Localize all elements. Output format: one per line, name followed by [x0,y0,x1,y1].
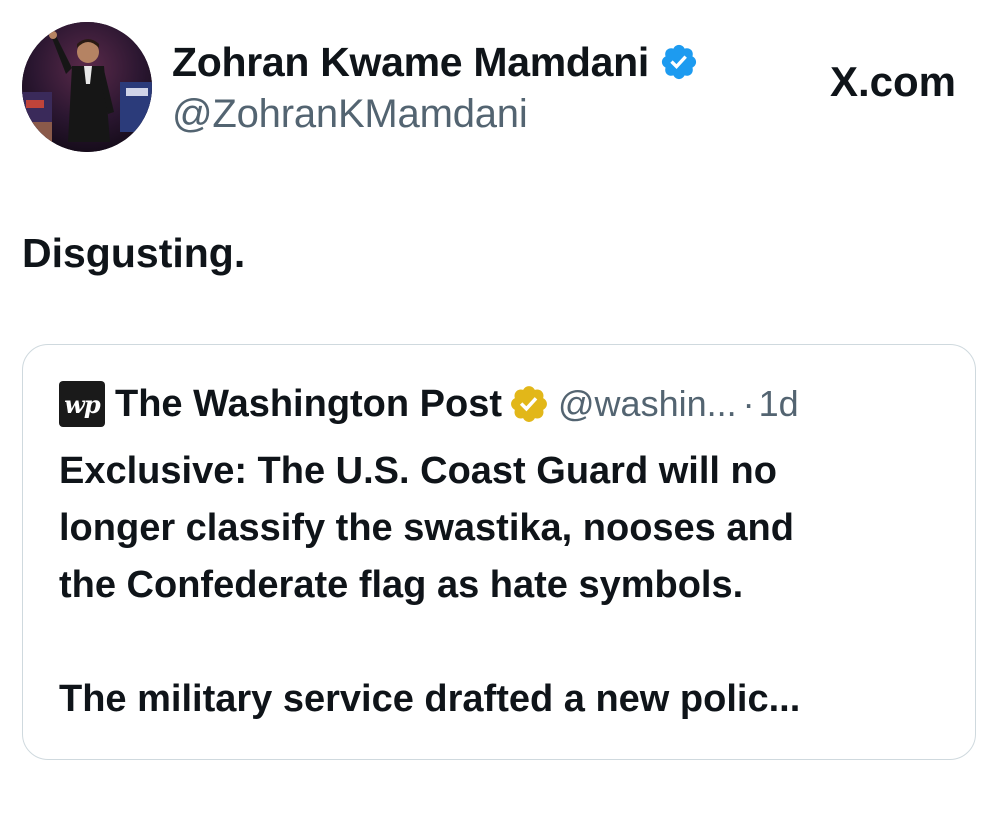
quoted-tweet-header: wp The Washington Post @washin... · 1d [59,381,799,427]
quoted-body-continuation: The military service drafted a new polic… [59,678,801,720]
site-label-text: X.com [829,58,956,105]
quoted-author-name[interactable]: The Washington Post [115,383,502,426]
tweet-header: Zohran Kwame Mamdani @ZohranKMamdani X.c… [22,20,978,154]
quoted-tweet-card[interactable]: wp The Washington Post @washin... · 1d E… [22,344,976,760]
washington-post-logo-icon[interactable]: wp [59,381,105,427]
display-name-row: Zohran Kwame Mamdani [172,38,699,86]
wp-logo-text: wp [64,389,100,419]
verified-badge-icon [661,44,697,80]
tweet-text: Disgusting. [22,230,246,276]
author-names: Zohran Kwame Mamdani @ZohranKMamdani [172,38,699,137]
quoted-author-handle[interactable]: @washin... [558,383,737,425]
author-display-name[interactable]: Zohran Kwame Mamdani [172,39,649,86]
quoted-body-line: the Confederate flag as hate symbols. [59,564,744,606]
site-label: X.com [830,58,956,106]
gold-verified-badge-icon [511,386,547,422]
separator-dot: · [742,383,755,424]
quoted-timestamp[interactable]: 1d [759,383,799,425]
quoted-tweet-body: Exclusive: The U.S. Coast Guard will no … [59,443,949,728]
author-avatar[interactable] [22,22,152,152]
quoted-body-line: Exclusive: The U.S. Coast Guard will no [59,450,777,492]
quoted-body-line: longer classify the swastika, nooses and [59,507,794,549]
avatar-photo-icon [22,22,152,152]
author-handle[interactable]: @ZohranKMamdani [172,92,699,137]
